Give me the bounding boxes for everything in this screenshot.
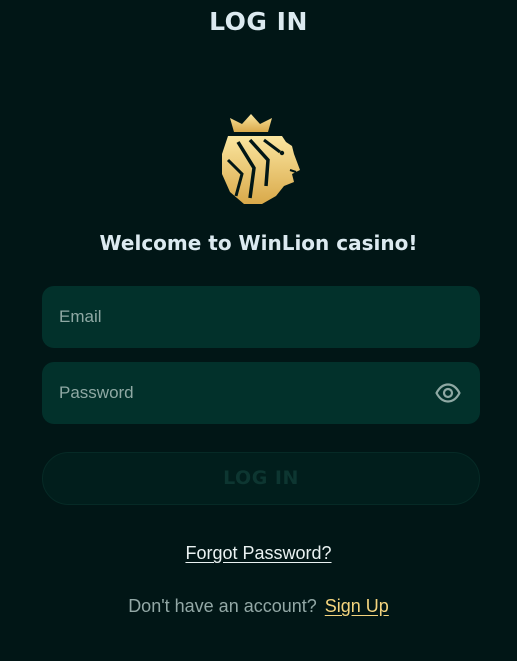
lion-crown-logo bbox=[222, 114, 300, 204]
email-field-container bbox=[42, 286, 480, 348]
page-title: LOG IN bbox=[209, 7, 308, 36]
signup-link[interactable]: Sign Up bbox=[325, 596, 389, 616]
password-field[interactable] bbox=[42, 362, 480, 424]
signup-row: Don't have an account? Sign Up bbox=[0, 596, 517, 617]
email-field[interactable] bbox=[42, 286, 480, 348]
eye-icon[interactable] bbox=[435, 382, 461, 404]
forgot-password-link[interactable]: Forgot Password? bbox=[0, 543, 517, 564]
welcome-heading: Welcome to WinLion casino! bbox=[99, 231, 418, 255]
password-field-container bbox=[42, 362, 480, 424]
login-button[interactable]: LOG IN bbox=[42, 452, 480, 505]
signup-prompt: Don't have an account? bbox=[128, 596, 317, 616]
